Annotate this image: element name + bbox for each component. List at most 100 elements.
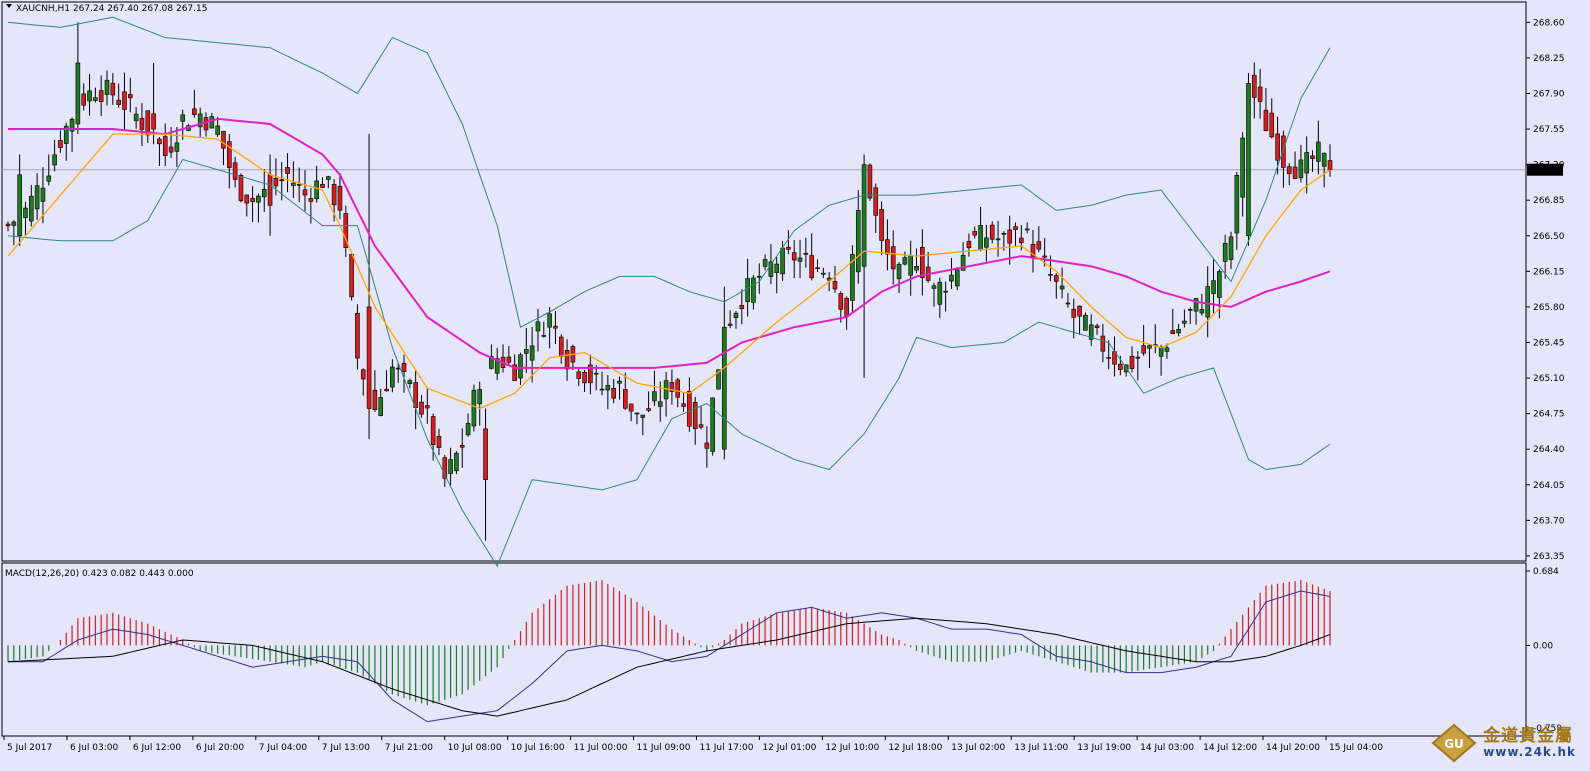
candle-bull [291,182,296,186]
candle-bear [1024,228,1030,231]
candle-bull [1321,152,1327,167]
candle-bull [984,237,989,248]
candle-bear [5,223,11,227]
candle-bull [448,459,453,474]
candle-bear [244,194,250,204]
chart-canvas: 268.60268.25267.90267.55267.20266.85266.… [1,1,1565,753]
candle-bear [360,369,366,380]
candle-bull [1083,314,1088,331]
candle-bear [1065,302,1071,305]
y-tick-label: 267.90 [1533,89,1565,99]
candle-bear [401,362,407,372]
candle-bear [698,424,704,428]
candle-bear [395,367,401,370]
candle-bear [267,174,273,206]
bollinger-upper-line [7,16,1331,328]
candle-bull [454,452,459,472]
candle-bear [873,187,879,216]
candle-bear [989,224,995,240]
candle-bear [349,254,354,298]
x-tick-label: 12 Jul 10:00 [825,743,879,753]
candle-bear [558,336,564,357]
candle-bear [459,444,465,448]
candle-bull [547,313,552,328]
candle-bear [832,281,838,290]
y-tick-label: 264.75 [1533,410,1565,420]
candle-bull [931,285,937,289]
candle-bull [326,176,331,180]
candle-bear [1077,305,1082,317]
candle-bear [302,189,308,196]
candle-bull [465,423,471,436]
candle-bear [1275,133,1280,161]
candle-bull [978,225,983,251]
candle-bear [1048,274,1053,276]
candle-bull [1316,141,1321,162]
candle-bear [331,184,337,206]
candle-bear [920,247,925,278]
candle-bull [896,263,902,280]
candle-bear [110,82,116,96]
candle-bull [133,113,139,122]
candle-bear [1251,74,1257,98]
candle-bear [430,416,436,446]
candle-bull [1304,152,1310,174]
candle-bear [1141,345,1146,354]
candle-bear [238,174,244,202]
candle-bear [646,408,651,411]
candle-bull [733,312,739,319]
candle-bull [914,266,919,271]
candle-bear [1042,255,1047,258]
candle-bull [821,272,826,275]
candle-bull [1298,159,1304,179]
x-tick-label: 7 Jul 04:00 [259,743,308,753]
candle-bear [879,209,884,241]
candle-bear [81,93,87,106]
candle-bull [104,79,110,95]
candle-bull [23,207,28,219]
candle-bull [477,389,483,405]
svg-text:GU: GU [1444,737,1464,751]
candle-bull [902,257,908,265]
candle-bull [1164,347,1170,352]
candle-bull [855,210,861,273]
candle-bull [727,323,733,326]
y-tick-label: 265.10 [1533,374,1565,384]
candle-bull [40,187,46,202]
candle-bear [553,325,558,329]
candle-bear [337,186,343,211]
x-tick-label: 10 Jul 08:00 [448,743,502,753]
candle-bear [151,113,156,130]
candle-bear [425,405,430,409]
candle-bull [995,238,1001,241]
x-tick-label: 6 Jul 20:00 [196,743,245,753]
candle-bear [1094,325,1100,328]
candle-bull [943,290,948,293]
candle-bear [1118,363,1123,370]
candle-bull [93,97,98,101]
candle-bear [1263,109,1269,132]
candle-bear [791,252,797,261]
candle-bear [1100,335,1106,352]
candle-bull [756,275,762,278]
candle-bear [611,388,616,399]
candle-bull [1001,233,1007,235]
candle-bull [774,263,780,273]
candle-bear [1053,275,1059,282]
candle-bull [75,62,81,125]
candle-bear [1281,135,1286,168]
x-tick-label: 6 Jul 03:00 [70,743,119,753]
candle-bear [582,371,587,384]
candle-bull [1176,329,1181,334]
y-tick-label: 266.50 [1533,232,1565,242]
candle-bear [372,389,378,410]
y-tick-label: 265.80 [1533,303,1565,313]
candle-bull [1199,309,1205,314]
candle-bull [1228,236,1234,260]
candle-bull [52,154,57,166]
candle-bear [98,90,104,102]
x-tick-label: 6 Jul 12:00 [133,743,182,753]
price-chart: 268.60268.25267.90267.55267.20266.85266.… [0,0,1590,771]
candle-bear [296,184,302,186]
candle-bear [122,91,127,110]
